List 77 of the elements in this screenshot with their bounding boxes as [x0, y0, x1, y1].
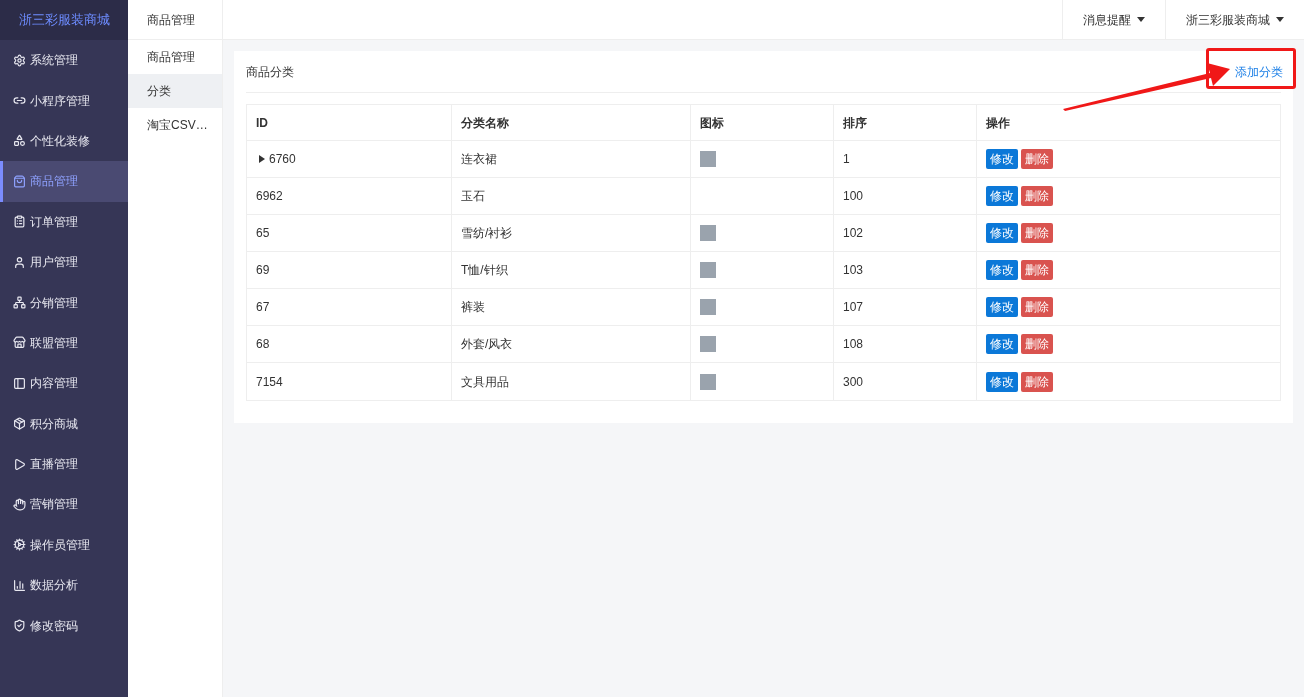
table-cell-text: 裤装: [461, 299, 485, 316]
sidebar-item[interactable]: 系统管理: [0, 40, 128, 81]
sidebar-item[interactable]: 操作员管理: [0, 524, 128, 566]
edit-button[interactable]: 修改: [986, 260, 1018, 280]
table-cell-text: 6962: [256, 188, 283, 205]
sidebar-item[interactable]: 数据分析: [0, 565, 128, 606]
sidebar-item[interactable]: 个性化装修: [0, 120, 128, 162]
table-cell-text: 文具用品: [461, 373, 509, 391]
delete-button[interactable]: 删除: [1021, 297, 1053, 317]
delete-button[interactable]: 删除: [1021, 371, 1053, 392]
edit-button[interactable]: 修改: [986, 186, 1018, 206]
column-header: 图标: [690, 105, 833, 140]
gear-icon: [13, 53, 26, 67]
sidebar-item[interactable]: 联盟管理: [0, 322, 128, 364]
table-cell-text: 69: [256, 262, 270, 279]
column-header: 分类名称: [451, 105, 690, 140]
table-cell-text: 108: [843, 336, 864, 353]
delete-button[interactable]: 删除: [1021, 223, 1053, 243]
table-cell-text: 外套/风衣: [461, 336, 513, 353]
expand-icon[interactable]: [259, 155, 265, 163]
caret-icon: [1137, 17, 1145, 22]
box-icon: [13, 417, 26, 431]
bar-chart-icon: [13, 578, 26, 592]
table-cell-text: 6760: [269, 151, 296, 168]
panel-icon: [13, 376, 26, 390]
shapes-icon: [13, 134, 26, 148]
edit-button[interactable]: 修改: [986, 223, 1018, 243]
table-cell-text: 102: [843, 225, 864, 242]
edit-button[interactable]: 修改: [986, 149, 1018, 169]
delete-button[interactable]: 删除: [1021, 334, 1053, 354]
table-cell-text: 300: [843, 373, 864, 391]
delete-button[interactable]: 删除: [1021, 260, 1053, 280]
sidebar-item[interactable]: 积分商城: [0, 403, 128, 444]
table-cell-text: 107: [843, 299, 864, 316]
table-cell-text: 连衣裙: [461, 151, 497, 168]
table-cell-text: 1: [843, 151, 850, 168]
sidebar-item[interactable]: 用户管理: [0, 241, 128, 283]
table-cell-text: 68: [256, 336, 270, 353]
sidebar-item[interactable]: 营销管理: [0, 484, 128, 525]
table-cell-text: 玉石: [461, 188, 485, 205]
card-title: 商品分类: [246, 63, 294, 81]
sidebar-item[interactable]: 内容管理: [0, 363, 128, 404]
column-header: ID: [255, 114, 269, 132]
edit-button[interactable]: 修改: [986, 371, 1018, 392]
bag-icon: [13, 174, 26, 188]
table-cell-text: 65: [256, 225, 270, 242]
table-cell-text: 103: [843, 262, 864, 279]
sidebar-item[interactable]: 直播管理: [0, 443, 128, 485]
table-cell-text: 100: [843, 188, 864, 205]
cog-icon: [13, 538, 26, 552]
delete-button[interactable]: 删除: [1021, 186, 1053, 206]
sidebar-item[interactable]: 分销管理: [0, 282, 128, 323]
sidebar-item[interactable]: 商品管理: [0, 161, 128, 202]
table-cell-text: 雪纺/衬衫: [461, 225, 513, 242]
edit-button[interactable]: 修改: [986, 297, 1018, 317]
sidebar-item[interactable]: 修改密码: [0, 605, 128, 646]
hand-icon: [13, 498, 26, 511]
play-icon: [13, 457, 26, 471]
dropdown-menu[interactable]: 消息提醒: [1062, 0, 1165, 39]
add-category-link[interactable]: 添加分类: [1235, 62, 1283, 81]
user-icon: [13, 255, 26, 269]
brand-title: 浙三彩服装商城: [0, 0, 128, 40]
network-icon: [13, 296, 26, 310]
table-cell-text: 7154: [256, 373, 283, 391]
table-cell-text: T恤/针织: [461, 262, 508, 279]
edit-button[interactable]: 修改: [986, 334, 1018, 354]
sidebar-item[interactable]: 订单管理: [0, 201, 128, 242]
clipboard-icon: [13, 215, 26, 229]
table-cell-text: 67: [256, 299, 270, 316]
caret-icon: [1276, 17, 1284, 22]
shield-icon: [13, 619, 26, 633]
store-icon: [13, 336, 26, 350]
dropdown-menu[interactable]: 浙三彩服装商城: [1165, 0, 1304, 39]
delete-button[interactable]: 删除: [1021, 149, 1053, 169]
subnav-item[interactable]: 分类: [128, 74, 222, 108]
column-header: 排序: [833, 105, 976, 140]
sidebar-item[interactable]: 小程序管理: [0, 80, 128, 121]
